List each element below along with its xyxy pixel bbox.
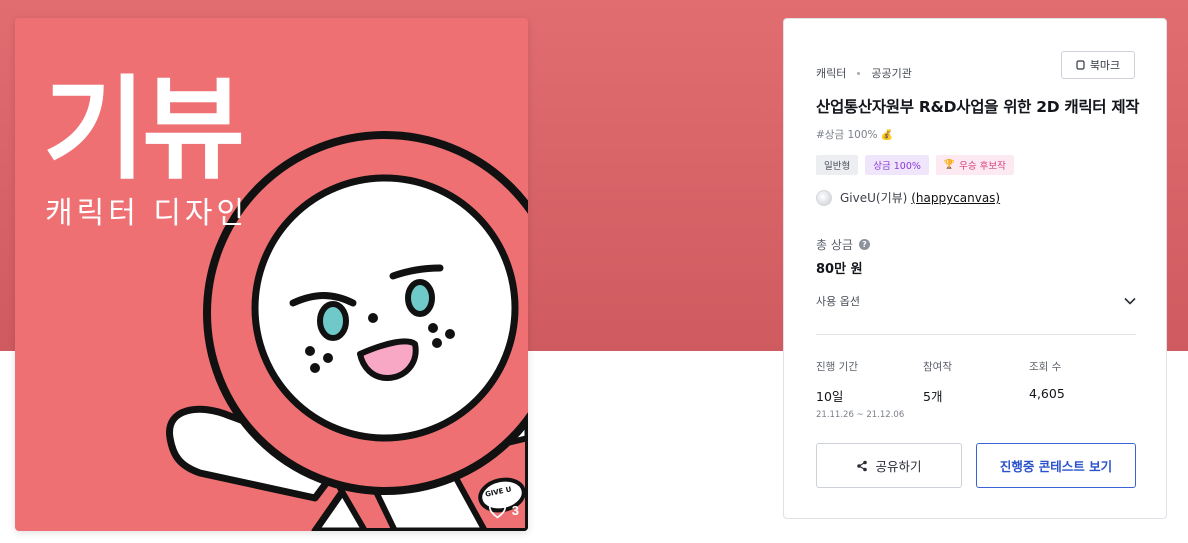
like-count: 3 [511,503,519,518]
usage-options-toggle[interactable]: 사용 옵션 [816,291,1136,311]
share-icon [857,460,868,471]
stat-views-value: 4,605 [1029,386,1065,401]
total-prize-label-text: 총 상금 [816,238,853,252]
bookmark-button[interactable]: 북마크 [1061,51,1135,79]
artwork-title: 기뷰 [43,65,245,195]
usage-options-label: 사용 옵션 [816,295,860,308]
share-label: 공유하기 [875,459,922,474]
badge-list: 일반형 상금 100% 🏆 우승 후보작 [816,155,1014,175]
stat-entries: 참여작 5개 [923,359,952,405]
view-ongoing-contests-button[interactable]: 진행중 콘테스트 보기 [976,443,1136,488]
badge-candidate: 🏆 우승 후보작 [935,155,1014,175]
badge-prize-label: 상금 100% [873,161,921,172]
contest-artwork[interactable]: 기뷰 캐릭터 디자인 GIVE U 3 [15,18,528,531]
contest-info-panel: 캐릭터 공공기관 북마크 산업통산자원부 R&D사업을 위한 2D 캐릭터 제작… [783,18,1167,519]
artwork-subtitle: 캐릭터 디자인 [45,196,249,231]
contest-owner[interactable]: GiveU(기뷰) (happycanvas) [816,189,1000,206]
breadcrumb-subcategory[interactable]: 공공기관 [871,65,911,81]
owner-handle-link[interactable]: (happycanvas) [911,191,1000,205]
trophy-icon: 🏆 [943,160,956,170]
owner-avatar [816,189,832,206]
stat-entries-value: 5개 [923,389,943,404]
money-bag-icon: 💰 [880,130,894,141]
contest-title: 산업통산자원부 R&D사업을 위한 2D 캐릭터 제작 [816,98,1140,116]
stat-entries-label: 참여작 [923,361,952,373]
chevron-down-icon [1124,297,1136,305]
owner-name: GiveU(기뷰) [840,191,908,205]
hashtag-text[interactable]: #상금 100% [816,129,877,141]
stat-views-label: 조회 수 [1029,361,1062,373]
badge-type: 일반형 [816,155,859,175]
like-counter[interactable]: 3 [488,502,519,519]
breadcrumb-category[interactable]: 캐릭터 [816,65,846,81]
stat-duration: 진행 기간 10일 21.11.26 ~ 21.12.06 [816,359,904,420]
stat-duration-range: 21.11.26 ~ 21.12.06 [816,410,905,420]
stat-views: 조회 수 4,605 [1029,359,1065,401]
divider [816,334,1136,335]
hashtag: #상금 100% 💰 [816,127,893,142]
badge-type-label: 일반형 [824,161,851,172]
badge-candidate-label: 우승 후보작 [959,161,1006,172]
breadcrumb: 캐릭터 공공기관 [816,65,912,81]
total-prize-label: 총 상금 ? [816,236,870,253]
heart-icon [488,502,506,519]
stat-duration-value: 10일 [816,389,844,404]
badge-prize: 상금 100% [865,155,929,175]
view-ongoing-contests-label: 진행중 콘테스트 보기 [999,459,1113,474]
bookmark-label: 북마크 [1089,59,1121,72]
share-button[interactable]: 공유하기 [816,443,962,488]
bookmark-icon [1076,60,1085,70]
total-prize-value: 80만 원 [816,262,863,277]
stat-duration-label: 진행 기간 [816,361,858,373]
breadcrumb-separator [857,71,861,75]
help-icon[interactable]: ? [858,239,870,250]
